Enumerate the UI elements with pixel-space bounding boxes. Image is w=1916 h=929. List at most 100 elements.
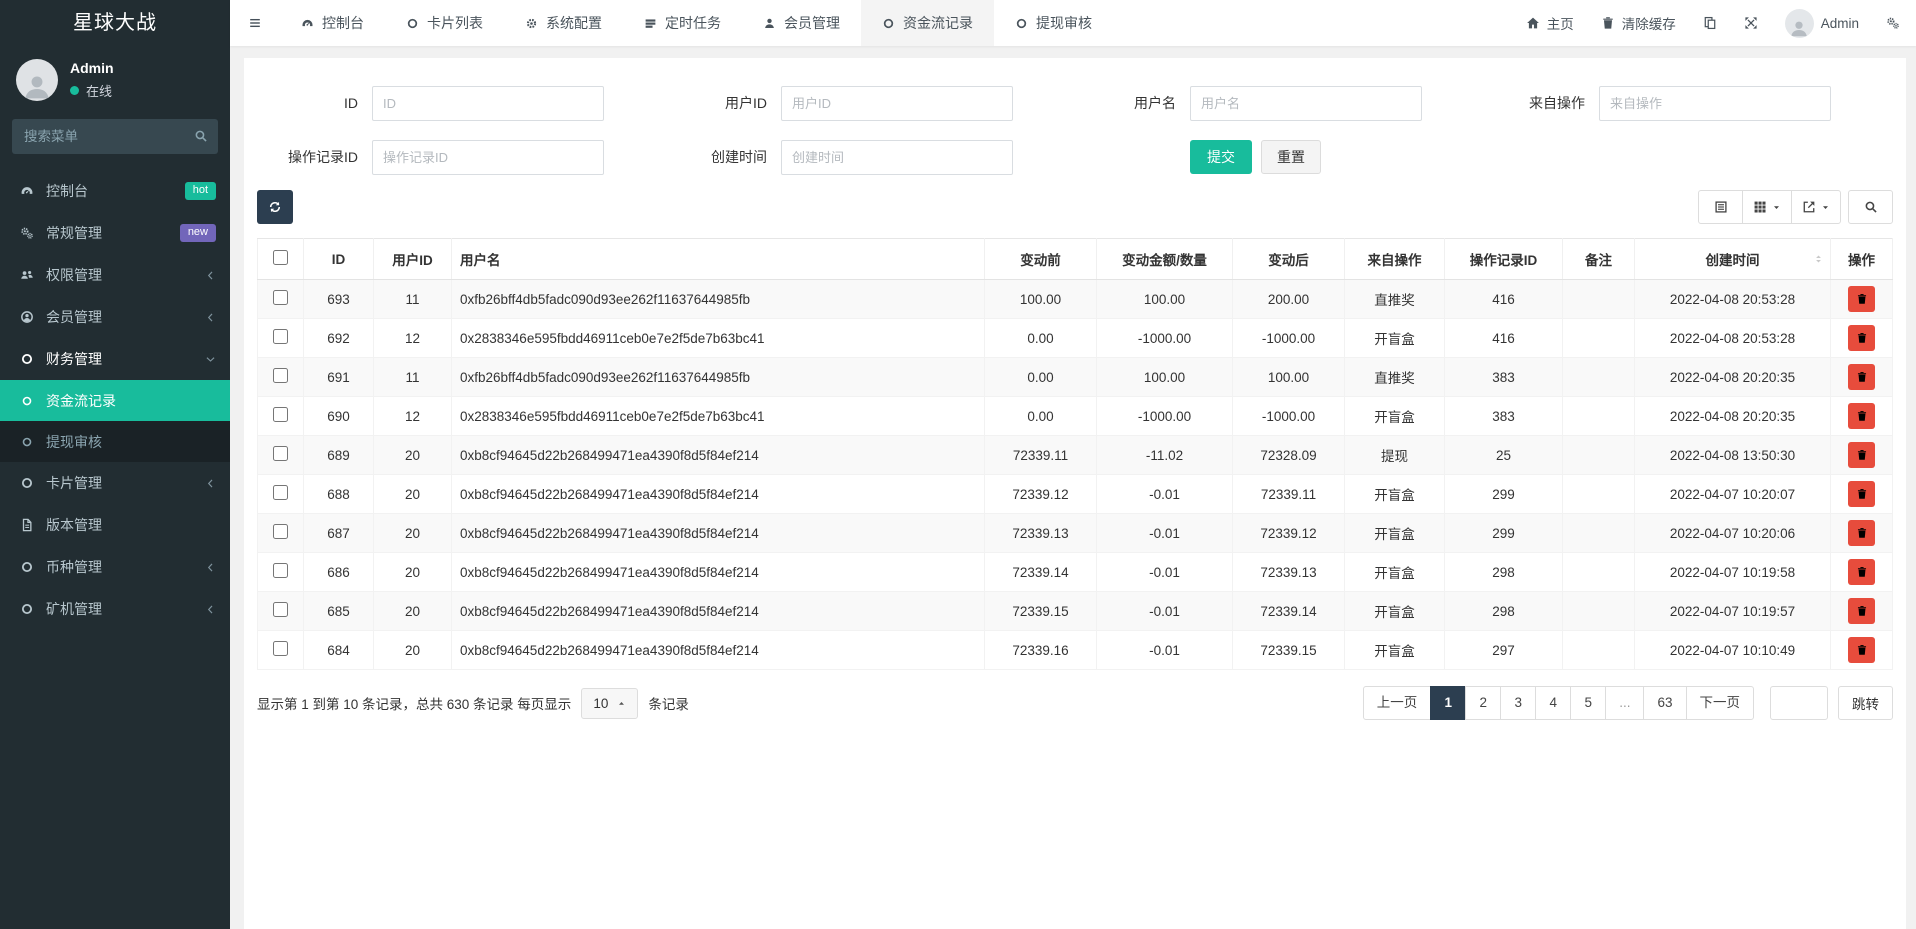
avatar [1785,9,1814,38]
row-checkbox[interactable] [273,485,288,500]
records-info: 显示第 1 到第 10 条记录，总共 630 条记录 每页显示 10 条记录 [257,688,689,719]
table-header-row: ID用户ID用户名变动前变动金额/数量变动后来自操作操作记录ID备注创建时间操作 [258,239,1893,280]
row-checkbox[interactable] [273,641,288,656]
table-row: 685200xb8cf94645d22b268499471ea4390f8d5f… [258,592,1893,631]
row-checkbox[interactable] [273,524,288,539]
tab-card-list[interactable]: 卡片列表 [385,0,504,46]
row-checkbox[interactable] [273,446,288,461]
filter-label: ID [257,95,372,111]
tab-withdraw-audit[interactable]: 提现审核 [994,0,1113,46]
filter-input-user-id[interactable] [781,86,1013,121]
row-checkbox[interactable] [273,602,288,617]
delete-button[interactable] [1848,403,1875,429]
delete-button[interactable] [1848,559,1875,585]
filter-input-created-time[interactable] [781,140,1013,175]
page-button-63[interactable]: 63 [1643,686,1686,720]
detail-view-button[interactable] [1698,190,1743,224]
sidebar-item-member[interactable]: 会员管理 [0,296,230,338]
row-checkbox[interactable] [273,329,288,344]
row-checkbox[interactable] [273,290,288,305]
search-toggle-button[interactable] [1848,190,1893,224]
column-header-created-time[interactable]: 创建时间 [1635,239,1831,280]
cell-operate [1831,514,1893,553]
filter-input-source[interactable] [1599,86,1831,121]
sidebar-item-money-log[interactable]: 资金流记录 [0,380,230,421]
sidebar-item-dashboard[interactable]: 控制台hot [0,170,230,212]
delete-button[interactable] [1848,286,1875,312]
cell-amount: -0.01 [1097,475,1233,514]
page-button-上一页[interactable]: 上一页 [1363,686,1432,720]
select-all-checkbox[interactable] [273,250,288,265]
page-button-2[interactable]: 2 [1465,686,1501,720]
tab-member[interactable]: 会员管理 [742,0,861,46]
table-row: 687200xb8cf94645d22b268499471ea4390f8d5f… [258,514,1893,553]
delete-button[interactable] [1848,325,1875,351]
columns-button[interactable] [1742,190,1792,224]
sidebar-item-label: 版本管理 [46,515,102,535]
reset-button[interactable]: 重置 [1261,140,1321,174]
cell-source: 开盲盒 [1345,397,1445,436]
sidebar-item-auth[interactable]: 权限管理 [0,254,230,296]
cell-op-record-id: 298 [1445,592,1563,631]
delete-button[interactable] [1848,637,1875,663]
jump-button[interactable]: 跳转 [1838,686,1893,720]
clear-cache-button[interactable]: 清除缓存 [1601,13,1676,33]
row-checkbox[interactable] [273,563,288,578]
home-link[interactable]: 主页 [1526,13,1574,33]
fullscreen-button[interactable] [1744,16,1758,30]
delete-button[interactable] [1848,364,1875,390]
table-row: 693110xfb26bff4db5fadc090d93ee262f116376… [258,280,1893,319]
page-button-3[interactable]: 3 [1500,686,1536,720]
cell-remark [1563,397,1635,436]
user-name: Admin [70,60,114,76]
delete-button[interactable] [1848,442,1875,468]
cell-created-time: 2022-04-08 20:20:35 [1635,358,1831,397]
tab-system-config[interactable]: 系统配置 [504,0,623,46]
sidebar-item-currency[interactable]: 币种管理 [0,546,230,588]
table-row: 692120x2838346e595fbdd46911ceb0e7e2f5de7… [258,319,1893,358]
cell-id: 684 [304,631,374,670]
page-size-select[interactable]: 10 [581,688,638,719]
filter-input-op-record-id[interactable] [372,140,604,175]
refresh-button[interactable] [257,190,293,224]
column-header-label: 来自操作 [1368,253,1422,268]
chevron-left-icon [205,312,216,323]
tab-label: 提现审核 [1036,13,1092,33]
page-button-5[interactable]: 5 [1570,686,1606,720]
cell-username: 0xb8cf94645d22b268499471ea4390f8d5f84ef2… [452,475,985,514]
settings-button[interactable] [1886,16,1900,30]
submenu-finance: 资金流记录提现审核 [0,380,230,462]
copy-page-button[interactable] [1703,16,1717,30]
jump-page-input[interactable] [1770,686,1828,720]
column-header-label: 创建时间 [1706,253,1760,268]
filter-input-username[interactable] [1190,86,1422,121]
delete-button[interactable] [1848,598,1875,624]
sidebar-item-miner[interactable]: 矿机管理 [0,588,230,630]
page-button-4[interactable]: 4 [1535,686,1571,720]
cell-remark [1563,592,1635,631]
delete-button[interactable] [1848,481,1875,507]
page-button-下一页[interactable]: 下一页 [1686,686,1755,720]
sidebar-item-card[interactable]: 卡片管理 [0,462,230,504]
sidebar-item-finance[interactable]: 财务管理 [0,338,230,380]
sidebar-item-withdraw-audit[interactable]: 提现审核 [0,421,230,462]
menu-search-input[interactable] [12,119,218,154]
filter-input-id[interactable] [372,86,604,121]
user-menu[interactable]: Admin [1785,9,1859,38]
tab-dashboard[interactable]: 控制台 [280,0,385,46]
row-checkbox[interactable] [273,407,288,422]
delete-button[interactable] [1848,520,1875,546]
page-button-1[interactable]: 1 [1430,686,1466,720]
submit-button[interactable]: 提交 [1190,140,1252,174]
cell-before: 72339.15 [985,592,1097,631]
sidebar-toggle-button[interactable] [230,0,280,46]
cell-id: 689 [304,436,374,475]
sidebar-item-version[interactable]: 版本管理 [0,504,230,546]
tab-cron-task[interactable]: 定时任务 [623,0,742,46]
tab-money-log[interactable]: 资金流记录 [861,0,994,46]
row-checkbox[interactable] [273,368,288,383]
sidebar-item-general[interactable]: 常规管理new [0,212,230,254]
cell-before: 72339.12 [985,475,1097,514]
export-button[interactable] [1791,190,1841,224]
cell-after: 72339.11 [1233,475,1345,514]
